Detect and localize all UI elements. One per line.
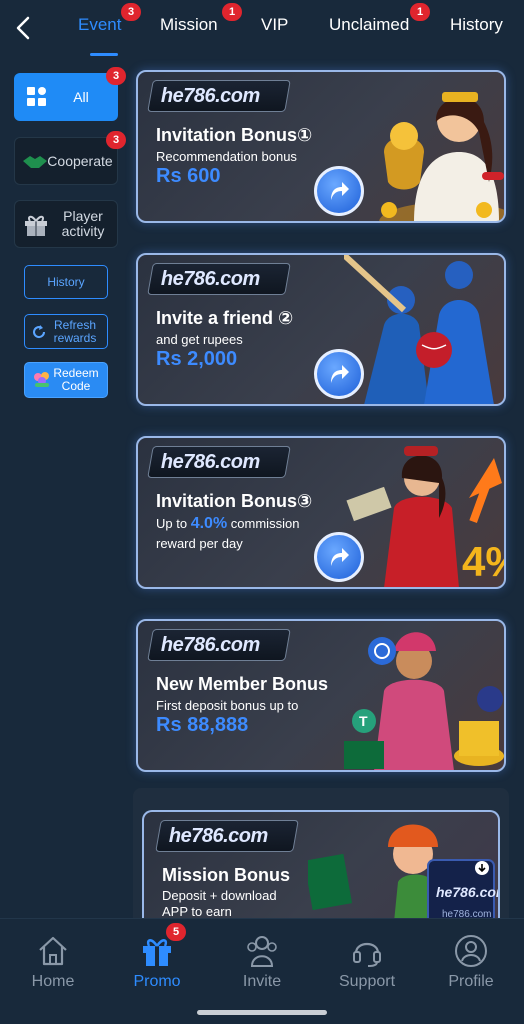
nav-home-label: Home [31, 973, 75, 990]
redeem-code-button[interactable]: Redeem Code [24, 362, 108, 398]
tab-vip[interactable]: VIP [261, 15, 288, 35]
promo-card-mission-bonus[interactable]: he786.com Mission Bonus Deposit + downlo… [142, 810, 500, 930]
nav-home[interactable]: Home [13, 933, 93, 991]
promo-card-invite-friend[interactable]: he786.com Invite a friend ② and get rupe… [136, 253, 506, 406]
four-percent-art-text: 4% [462, 538, 504, 585]
promo-card-new-member-bonus[interactable]: he786.com New Member Bonus First deposit… [136, 619, 506, 772]
sidebar-item-player-label: Player activity [61, 208, 105, 239]
leprechaun-with-phone-illustration: he786.com he786.com [308, 824, 498, 930]
promo-card-invitation-bonus-1[interactable]: he786.com Invitation Bonus① Recommendati… [136, 70, 506, 223]
top-tab-bar: Event 3 Mission 1 VIP Unclaimed 1 Histor… [0, 0, 524, 56]
card-amount: Rs 88,888 [156, 714, 249, 736]
sidebar-all-badge: 3 [106, 67, 126, 85]
promo-card-invitation-bonus-3[interactable]: he786.com Invitation Bonus③ Up to 4.0% c… [136, 436, 506, 589]
refresh-icon [33, 325, 46, 339]
sidebar-item-all[interactable]: All [14, 73, 118, 121]
brand-logo: he786.com [147, 629, 291, 661]
sidebar-item-player-activity[interactable]: Player activity [14, 200, 118, 248]
grid-icon [27, 87, 46, 106]
tab-mission-badge: 1 [222, 3, 242, 21]
goddess-with-gold-pot-illustration [379, 92, 504, 221]
flower-icon [34, 372, 49, 387]
sidebar-item-all-label: All [73, 88, 89, 105]
redeem-code-label: Redeem Code [53, 366, 99, 393]
sidebar-item-cooperate-label: Cooperate [47, 152, 113, 169]
nav-support-label: Support [338, 973, 396, 990]
card-subtitle: and get rupees [156, 332, 243, 347]
brand-logo: he786.com [147, 80, 291, 112]
nav-invite[interactable]: Invite [222, 933, 302, 991]
nav-invite-label: Invite [242, 973, 282, 990]
phone-brand-logo: he786.com [436, 884, 498, 900]
tab-unclaimed-badge: 1 [410, 3, 430, 21]
tab-unclaimed[interactable]: Unclaimed [329, 15, 409, 35]
sidebar-cooperate-badge: 3 [106, 131, 126, 149]
history-button[interactable]: History [24, 265, 108, 299]
refresh-rewards-button[interactable]: Refresh rewards [24, 314, 108, 349]
woman-with-cash-illustration: 4% [346, 446, 504, 587]
card-amount: Rs 2,000 [156, 348, 238, 370]
subtitle-prefix: Up to [156, 516, 188, 531]
home-indicator [197, 1010, 327, 1015]
history-button-label: History [47, 274, 85, 289]
brand-logo: he786.com [147, 446, 291, 478]
brand-logo: he786.com [147, 263, 291, 295]
card-title: Mission Bonus [162, 865, 291, 885]
card-title: Invitation Bonus① [156, 125, 313, 145]
tab-history[interactable]: History [450, 15, 503, 35]
people-icon [247, 936, 277, 967]
user-icon [455, 935, 487, 967]
gift-box-icon [25, 215, 47, 236]
man-with-gold-coins-illustration: T [344, 632, 504, 770]
back-arrow-icon[interactable] [12, 14, 36, 42]
nav-profile[interactable]: Profile [431, 933, 511, 991]
card-title: Invite a friend ② [156, 308, 294, 328]
home-icon [39, 936, 67, 966]
sidebar-item-cooperate[interactable]: Cooperate [14, 137, 118, 185]
card-subtitle: Deposit + download [162, 888, 277, 903]
nav-promo-badge: 5 [166, 923, 186, 941]
nav-promo[interactable]: Promo [117, 933, 197, 991]
nav-promo-label: Promo [133, 973, 181, 990]
card-amount: Rs 600 [156, 165, 221, 187]
svg-text:T: T [359, 713, 368, 729]
card-title: Invitation Bonus③ [156, 491, 313, 511]
active-tab-indicator [90, 53, 118, 56]
nav-support[interactable]: Support [327, 933, 407, 991]
commission-percent: 4.0% [190, 515, 228, 532]
refresh-rewards-label: Refresh rewards [53, 317, 97, 345]
card-subtitle: Up to 4.0% commission [156, 516, 299, 532]
card-title: New Member Bonus [156, 674, 329, 694]
subtitle-suffix: commission [230, 516, 300, 531]
tab-event-badge: 3 [121, 3, 141, 21]
card-subtitle: Recommendation bonus [156, 149, 297, 164]
nav-profile-label: Profile [448, 973, 494, 990]
card-subtitle-line2: reward per day [156, 536, 243, 551]
cricket-players-illustration [344, 255, 494, 404]
bottom-navigation: Home Promo 5 Invite Support Profile [0, 918, 524, 1024]
brand-logo: he786.com [155, 820, 299, 852]
handshake-icon [23, 156, 47, 168]
tab-event[interactable]: Event [78, 15, 121, 35]
card-subtitle: First deposit bonus up to [156, 698, 299, 713]
tab-mission[interactable]: Mission [160, 15, 218, 35]
headset-icon [353, 942, 381, 967]
